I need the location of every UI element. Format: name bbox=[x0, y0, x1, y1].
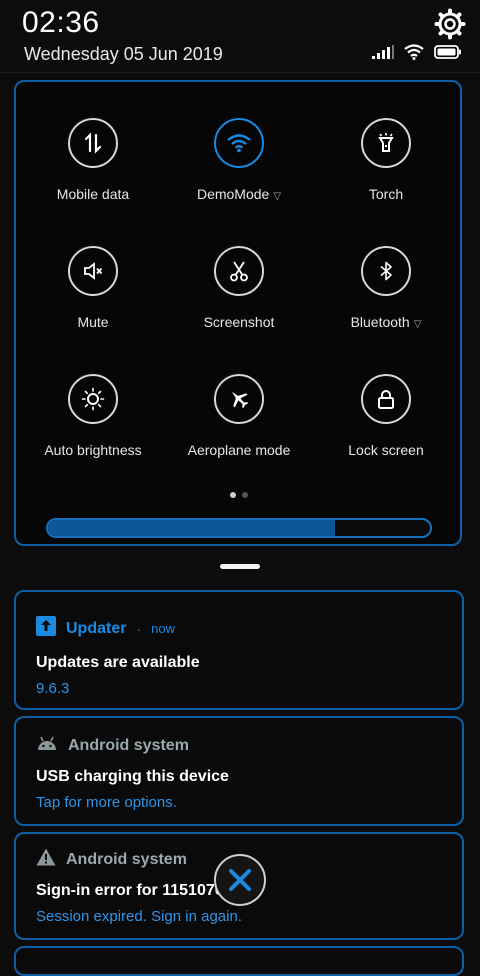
notification-title: Updates are available bbox=[36, 654, 200, 671]
chevron-down-icon[interactable]: ▽ bbox=[414, 319, 422, 330]
page-dot-active bbox=[230, 492, 236, 498]
notification-separator: · bbox=[136, 620, 142, 637]
mobile-data-icon bbox=[68, 118, 118, 168]
panel-drag-handle[interactable] bbox=[220, 564, 260, 569]
android-icon bbox=[36, 734, 58, 757]
notification-title: USB charging this device bbox=[36, 768, 229, 785]
tile-auto-brightness[interactable]: Auto brightness bbox=[20, 374, 166, 458]
notification-usb-charging[interactable]: Android system USB charging this device … bbox=[14, 716, 464, 826]
notification-app-name: Updater bbox=[66, 619, 127, 637]
tile-aeroplane-mode[interactable]: Aeroplane mode bbox=[166, 374, 312, 458]
tile-screenshot[interactable]: Screenshot bbox=[166, 246, 312, 330]
tile-lock-screen[interactable]: Lock screen bbox=[313, 374, 459, 458]
tile-label: Torch bbox=[368, 186, 404, 202]
battery-icon bbox=[434, 44, 462, 64]
tile-mute[interactable]: Mute bbox=[20, 246, 166, 330]
warning-icon bbox=[36, 848, 56, 871]
tile-demomode[interactable]: DemoMode ▽ bbox=[166, 118, 312, 202]
notification-body: Session expired. Sign in again. bbox=[36, 908, 242, 925]
close-icon bbox=[229, 869, 251, 891]
notification-body: Tap for more options. bbox=[36, 794, 177, 811]
header-divider bbox=[0, 72, 480, 73]
page-dot bbox=[242, 492, 248, 498]
tile-label: Mobile data bbox=[56, 186, 130, 202]
wifi-icon bbox=[214, 118, 264, 168]
tile-label: Screenshot bbox=[203, 314, 275, 330]
tile-torch[interactable]: Torch bbox=[313, 118, 459, 202]
tile-label: Bluetooth bbox=[350, 314, 410, 330]
aeroplane-icon bbox=[214, 374, 264, 424]
tile-label: Lock screen bbox=[348, 442, 424, 458]
tile-label: Aeroplane mode bbox=[187, 442, 291, 458]
quick-settings-panel: Mobile data DemoMode ▽ Torch Mute Screen… bbox=[14, 80, 462, 546]
brightness-slider[interactable] bbox=[46, 518, 432, 538]
notification-title: Sign-in error for 1151070 bbox=[36, 882, 224, 899]
notification-updater[interactable]: Updater · now Updates are available 9.6.… bbox=[14, 590, 464, 710]
notification-body: 9.6.3 bbox=[36, 680, 70, 697]
notification-header: Android system bbox=[36, 848, 187, 871]
clock: 02:36 bbox=[22, 6, 100, 39]
mute-icon bbox=[68, 246, 118, 296]
bluetooth-icon bbox=[361, 246, 411, 296]
settings-gear-icon[interactable] bbox=[434, 8, 466, 40]
notification-app-name: Android system bbox=[66, 850, 187, 868]
brightness-level-fill bbox=[48, 520, 335, 536]
tile-label: Auto brightness bbox=[44, 442, 142, 458]
system-status-icons bbox=[372, 43, 462, 65]
notification-app-name: Android system bbox=[68, 736, 189, 754]
clear-all-button[interactable] bbox=[214, 854, 266, 906]
scissors-icon bbox=[214, 246, 264, 296]
updater-icon bbox=[36, 616, 56, 641]
notification-header: Android system bbox=[36, 734, 189, 757]
tile-label: DemoMode bbox=[196, 186, 270, 202]
tile-label-wrap: Bluetooth ▽ bbox=[313, 314, 459, 330]
torch-icon bbox=[361, 118, 411, 168]
date: Wednesday 05 Jun 2019 bbox=[24, 44, 223, 64]
tile-label: Mute bbox=[77, 314, 109, 330]
chevron-down-icon[interactable]: ▽ bbox=[273, 191, 281, 202]
tile-label-wrap: DemoMode ▽ bbox=[166, 186, 312, 202]
notification-partial[interactable] bbox=[14, 946, 464, 976]
tile-mobile-data[interactable]: Mobile data bbox=[20, 118, 166, 202]
notification-header: Updater · now bbox=[36, 616, 175, 641]
page-indicator bbox=[230, 492, 248, 498]
lock-icon bbox=[361, 374, 411, 424]
notification-time: now bbox=[151, 621, 175, 636]
brightness-icon bbox=[68, 374, 118, 424]
tile-bluetooth[interactable]: Bluetooth ▽ bbox=[313, 246, 459, 330]
wifi-status-icon bbox=[404, 43, 424, 65]
signal-icon bbox=[372, 44, 394, 64]
